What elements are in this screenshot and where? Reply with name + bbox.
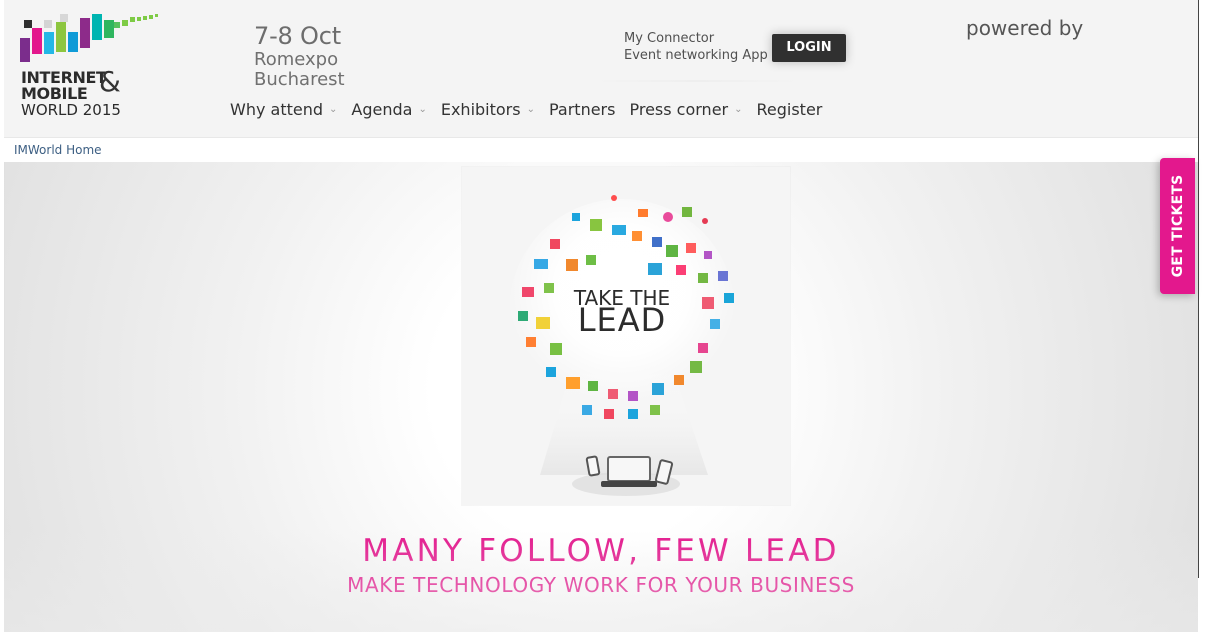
hero-banner: TAKE THE LEAD MANY FOLLOW, FEW LEAD MAKE… <box>4 162 1198 632</box>
page-right-border <box>1198 0 1199 578</box>
nav-agenda-caret-icon: ⌄ <box>418 104 427 115</box>
nav-why-attend-label: Why attend <box>230 100 324 119</box>
site-header: INTERNET & MOBILE WORLD 2015 7-8 Oct Rom… <box>4 0 1198 138</box>
hero-illustration: TAKE THE LEAD <box>462 167 790 505</box>
logo-ampersand: & <box>99 65 121 98</box>
nav-press-corner-label: Press corner <box>629 100 729 119</box>
connector-line-2: Event networking App <box>624 48 768 63</box>
nav-exhibitors-caret-icon: ⌄ <box>526 104 535 115</box>
nav-partners[interactable]: Partners <box>549 99 615 121</box>
page: INTERNET & MOBILE WORLD 2015 7-8 Oct Rom… <box>0 0 1206 636</box>
nav-why-attend[interactable]: Why attend ⌄ <box>230 99 337 121</box>
main-navigation: Why attend ⌄ Agenda ⌄ Exhibitors ⌄ Partn… <box>230 97 822 123</box>
get-tickets-button[interactable]: GET TICKETS <box>1160 158 1195 294</box>
connector-line-1: My Connector <box>624 31 715 46</box>
illustration-text-line-2: LEAD <box>578 301 667 339</box>
hero-subheadline: MAKE TECHNOLOGY WORK FOR YOUR BUSINESS <box>347 573 855 597</box>
nav-agenda-label: Agenda <box>351 100 413 119</box>
nav-partners-label: Partners <box>548 100 616 119</box>
nav-exhibitors-label: Exhibitors <box>440 100 521 119</box>
hero-headline: MANY FOLLOW, FEW LEAD <box>362 533 840 569</box>
breadcrumb-home[interactable]: IMWorld Home <box>14 143 102 157</box>
nav-register-label: Register <box>756 100 823 119</box>
pixel-logo-icon <box>20 14 158 62</box>
site-logo[interactable]: INTERNET & MOBILE WORLD 2015 <box>16 12 166 124</box>
center-lettering: TAKE THE LEAD <box>573 286 670 339</box>
event-date: 7-8 Oct <box>254 22 341 50</box>
login-button[interactable]: LOGIN <box>772 34 846 62</box>
logo-wordmark: INTERNET & MOBILE WORLD 2015 <box>21 65 121 119</box>
logo-line-world-2015: WORLD 2015 <box>21 101 121 119</box>
nav-register[interactable]: Register <box>757 99 823 121</box>
connector-divider <box>592 80 802 82</box>
nav-press-corner[interactable]: Press corner ⌄ <box>629 99 742 121</box>
breadcrumb-bar: IMWorld Home <box>4 138 1198 162</box>
connector-text: My Connector Event networking App <box>624 30 768 64</box>
nav-agenda[interactable]: Agenda ⌄ <box>351 99 426 121</box>
event-city: Bucharest <box>254 69 345 90</box>
event-details: 7-8 Oct Romexpo Bucharest <box>254 22 345 90</box>
nav-why-attend-caret-icon: ⌄ <box>329 104 338 115</box>
lightbulb-icon: TAKE THE LEAD <box>462 167 790 505</box>
nav-press-corner-caret-icon: ⌄ <box>734 104 743 115</box>
nav-exhibitors[interactable]: Exhibitors ⌄ <box>441 99 535 121</box>
powered-by-text: powered by <box>966 16 1084 40</box>
get-tickets-label: GET TICKETS <box>1169 174 1186 278</box>
event-venue: Romexpo <box>254 49 339 70</box>
connector-area: My Connector Event networking App LOGIN <box>592 30 846 82</box>
